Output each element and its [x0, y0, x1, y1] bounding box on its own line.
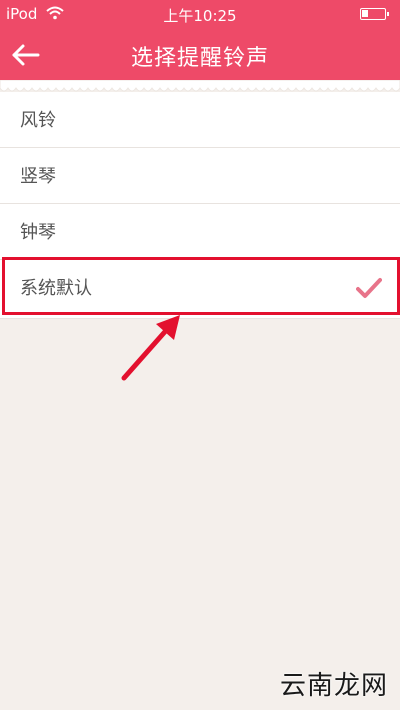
- ringtone-item-shuqin[interactable]: 竖琴: [0, 148, 400, 204]
- checkmark-icon: [356, 278, 382, 298]
- ringtone-label: 系统默认: [20, 278, 92, 299]
- ringtone-item-fengling[interactable]: 风铃: [0, 92, 400, 148]
- nav-header: 选择提醒铃声: [0, 30, 400, 80]
- status-bar: iPod 上午10:25: [0, 0, 400, 30]
- ringtone-item-system-default[interactable]: 系统默认: [0, 260, 400, 319]
- ringtone-label: 风铃: [20, 110, 56, 131]
- app-screen: iPod 上午10:25 选择提醒铃声 风铃 竖琴 钟琴 系统默认 云南龙网: [0, 0, 400, 710]
- watermark: 云南龙网: [279, 671, 388, 701]
- battery-icon: [360, 8, 389, 20]
- battery-level: [362, 10, 368, 17]
- annotation-arrow-icon: [121, 315, 180, 381]
- ringtone-list: 风铃 竖琴 钟琴 系统默认: [0, 92, 400, 319]
- ringtone-label: 钟琴: [20, 222, 56, 243]
- ringtone-item-zhongqin[interactable]: 钟琴: [0, 204, 400, 260]
- status-time: 上午10:25: [163, 7, 237, 25]
- scallop-edge: [0, 80, 400, 92]
- ringtone-label: 竖琴: [20, 166, 56, 187]
- page-title: 选择提醒铃声: [130, 46, 269, 71]
